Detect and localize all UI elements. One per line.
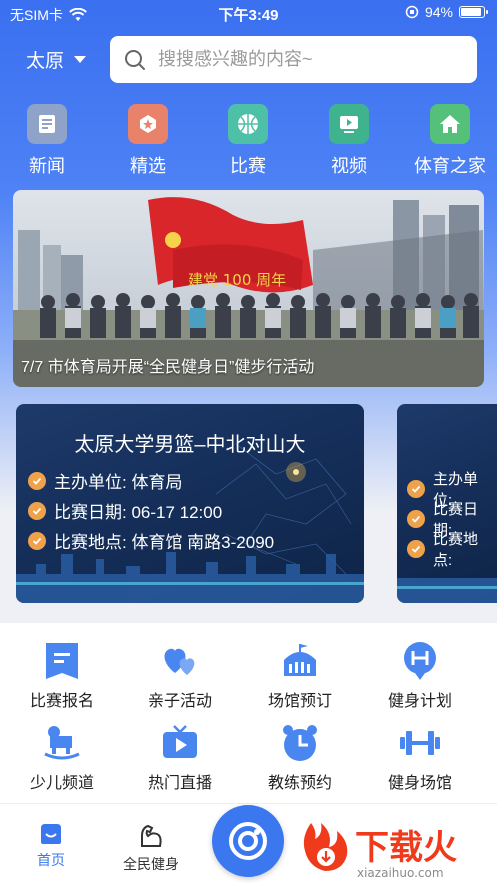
featured-icon xyxy=(128,104,168,144)
service-label: 教练预约 xyxy=(267,775,332,792)
match-organizer: 主办单位: 体育局 xyxy=(54,473,183,492)
service-gym[interactable]: 健身场馆 xyxy=(360,723,480,793)
live-icon xyxy=(158,723,202,763)
match-venue: 比赛地点: xyxy=(432,531,478,569)
service-live[interactable]: 热门直播 xyxy=(120,723,240,793)
category-sports-home[interactable]: 体育之家 xyxy=(405,104,495,178)
category-label: 体育之家 xyxy=(414,156,486,176)
video-icon xyxy=(329,104,369,144)
category-label: 比赛 xyxy=(230,156,266,176)
match-organizer-row: 主办单位: 体育局 xyxy=(28,468,182,493)
match-date: 比赛日期: 06-17 12:00 xyxy=(54,503,223,522)
service-registration[interactable]: 比赛报名 xyxy=(2,641,122,711)
watermark-logo: 下载火 xiazaihuo.com xyxy=(303,823,457,880)
registration-icon xyxy=(40,641,84,681)
arm-muscle-icon xyxy=(141,824,162,847)
search-bar[interactable] xyxy=(110,36,477,83)
center-action-button[interactable] xyxy=(212,805,284,877)
orientation-lock-icon xyxy=(405,5,419,19)
check-icon xyxy=(407,510,425,528)
news-banner[interactable]: 建党 100 周年 7/7 市体育局开展“全民健身日”健步行活动 xyxy=(13,190,484,387)
plan-icon xyxy=(398,641,442,681)
battery-icon xyxy=(459,6,488,18)
camera-icon xyxy=(229,822,267,860)
service-label: 少儿频道 xyxy=(29,775,94,792)
category-label: 新闻 xyxy=(29,156,65,176)
stadium-icon xyxy=(278,641,322,681)
match-title: 太原大学男篮–中北对山大 xyxy=(74,434,306,456)
category-match[interactable]: 比赛 xyxy=(203,104,293,178)
search-input[interactable] xyxy=(158,49,458,70)
tab-label: 全民健身 xyxy=(123,856,179,872)
services-grid: 比赛报名 亲子活动 场馆预订 健身计划 少儿频道 热门直播 教练预约 健身场馆 xyxy=(0,623,497,803)
service-family[interactable]: 亲子活动 xyxy=(120,641,240,711)
basketball-icon xyxy=(228,104,268,144)
match-venue-row: 比赛地点: 体育馆 南路3-2090 xyxy=(28,528,274,553)
service-label: 健身场馆 xyxy=(387,775,452,792)
dumbbell-icon xyxy=(398,723,442,763)
home-icon xyxy=(430,104,470,144)
service-label: 亲子活动 xyxy=(147,693,212,710)
news-icon xyxy=(27,104,67,144)
match-date-row: 比赛日期: 06-17 12:00 xyxy=(28,498,222,523)
rocking-horse-icon xyxy=(40,723,84,763)
tab-fitness[interactable]: 全民健身 xyxy=(116,822,186,874)
city-selector[interactable]: 太原 xyxy=(26,46,87,73)
tab-label: 首页 xyxy=(37,852,65,868)
category-label: 视频 xyxy=(331,156,367,176)
category-nav: 新闻 精选 比赛 视频 体育之家 xyxy=(0,104,497,178)
check-icon xyxy=(28,531,46,550)
tab-home[interactable]: 首页 xyxy=(28,822,74,870)
check-icon xyxy=(28,501,46,520)
category-featured[interactable]: 精选 xyxy=(103,104,193,178)
home-tab-icon xyxy=(41,824,61,844)
chevron-down-icon xyxy=(74,56,87,63)
service-label: 场馆预订 xyxy=(267,693,332,710)
hearts-icon xyxy=(158,641,202,681)
category-video[interactable]: 视频 xyxy=(304,104,394,178)
service-label: 比赛报名 xyxy=(29,693,94,710)
match-card[interactable]: 太原大学男篮–中北对山大 主办单位: 体育局 比赛日期: 06-17 12:00… xyxy=(16,404,364,603)
watermark-domain: xiazaihuo.com xyxy=(357,866,444,880)
check-icon xyxy=(28,471,46,490)
service-label: 健身计划 xyxy=(387,693,452,710)
category-news[interactable]: 新闻 xyxy=(2,104,92,178)
clock-icon xyxy=(278,723,322,763)
check-icon xyxy=(407,540,425,558)
battery-percent: 94% xyxy=(424,4,453,20)
search-icon xyxy=(125,49,145,70)
service-label: 热门直播 xyxy=(147,775,212,792)
match-venue: 比赛地点: 体育馆 南路3-2090 xyxy=(54,533,275,552)
service-fitness-plan[interactable]: 健身计划 xyxy=(360,641,480,711)
match-venue-row: 比赛地点: xyxy=(407,528,497,570)
service-kids[interactable]: 少儿频道 xyxy=(2,723,122,793)
match-card-next[interactable]: 主办单位: 比赛日期: 比赛地点: xyxy=(397,404,497,603)
watermark-brand: 下载火 xyxy=(355,828,457,868)
banner-sign-text: 建党 100 周年 xyxy=(188,271,286,289)
category-label: 精选 xyxy=(130,156,166,176)
service-venue-booking[interactable]: 场馆预订 xyxy=(240,641,360,711)
service-coach-booking[interactable]: 教练预约 xyxy=(240,723,360,793)
match-card-background xyxy=(397,578,497,603)
check-icon xyxy=(407,480,425,498)
banner-caption: 7/7 市体育局开展“全民健身日”健步行活动 xyxy=(21,359,315,376)
status-bar: 无SIM卡 下午3:49 94% xyxy=(0,0,497,28)
city-label: 太原 xyxy=(26,51,65,72)
